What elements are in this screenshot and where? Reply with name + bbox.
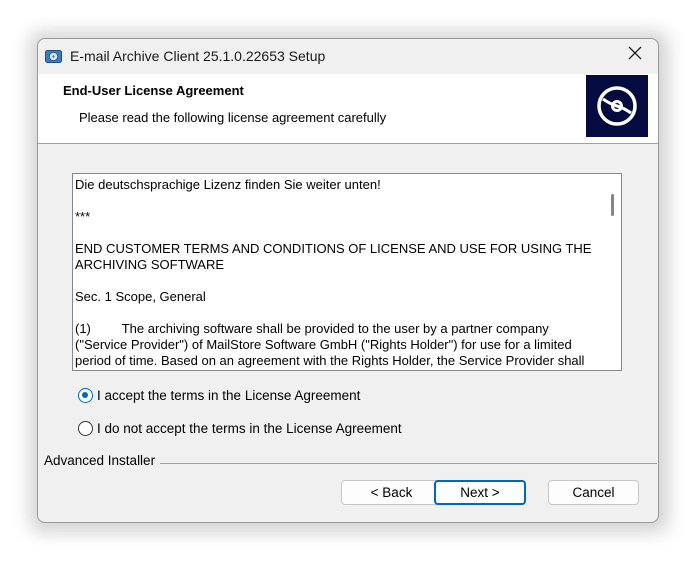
accept-label: I accept the terms in the License Agreem…: [97, 388, 361, 403]
license-text: Die deutschsprachige Lizenz finden Sie w…: [75, 177, 600, 370]
license-paragraph: (1) The archiving software shall be prov…: [75, 321, 585, 368]
vertical-scrollbar[interactable]: [604, 174, 621, 370]
accept-option[interactable]: I accept the terms in the License Agreem…: [78, 388, 360, 403]
page-title: End-User License Agreement: [63, 83, 244, 98]
installer-disc-icon: [45, 48, 63, 64]
license-paragraph: END CUSTOMER TERMS AND CONDITIONS OF LIC…: [75, 241, 595, 272]
decline-radio[interactable]: [78, 421, 93, 436]
header-banner: End-User License Agreement Please read t…: [38, 74, 658, 144]
setup-dialog: E-mail Archive Client 25.1.0.22653 Setup…: [37, 38, 659, 523]
close-icon: [628, 46, 642, 65]
close-button[interactable]: [612, 39, 658, 72]
decline-label: I do not accept the terms in the License…: [97, 421, 402, 436]
installer-brand: Advanced Installer: [44, 453, 161, 468]
accept-radio[interactable]: [78, 388, 93, 403]
license-text-area[interactable]: Die deutschsprachige Lizenz finden Sie w…: [72, 173, 622, 371]
license-paragraph: Sec. 1 Scope, General: [75, 289, 206, 304]
cancel-button[interactable]: Cancel: [548, 480, 639, 505]
disc-icon: [586, 75, 648, 137]
next-button[interactable]: Next >: [434, 480, 526, 505]
decline-option[interactable]: I do not accept the terms in the License…: [78, 421, 402, 436]
license-paragraph: Die deutschsprachige Lizenz finden Sie w…: [75, 177, 381, 192]
license-paragraph: ***: [75, 209, 91, 224]
window-title: E-mail Archive Client 25.1.0.22653 Setup: [70, 48, 326, 64]
scroll-thumb[interactable]: [611, 194, 614, 216]
page-subtitle: Please read the following license agreem…: [79, 110, 387, 125]
title-bar: E-mail Archive Client 25.1.0.22653 Setup: [38, 39, 658, 74]
back-button[interactable]: < Back: [341, 480, 442, 505]
